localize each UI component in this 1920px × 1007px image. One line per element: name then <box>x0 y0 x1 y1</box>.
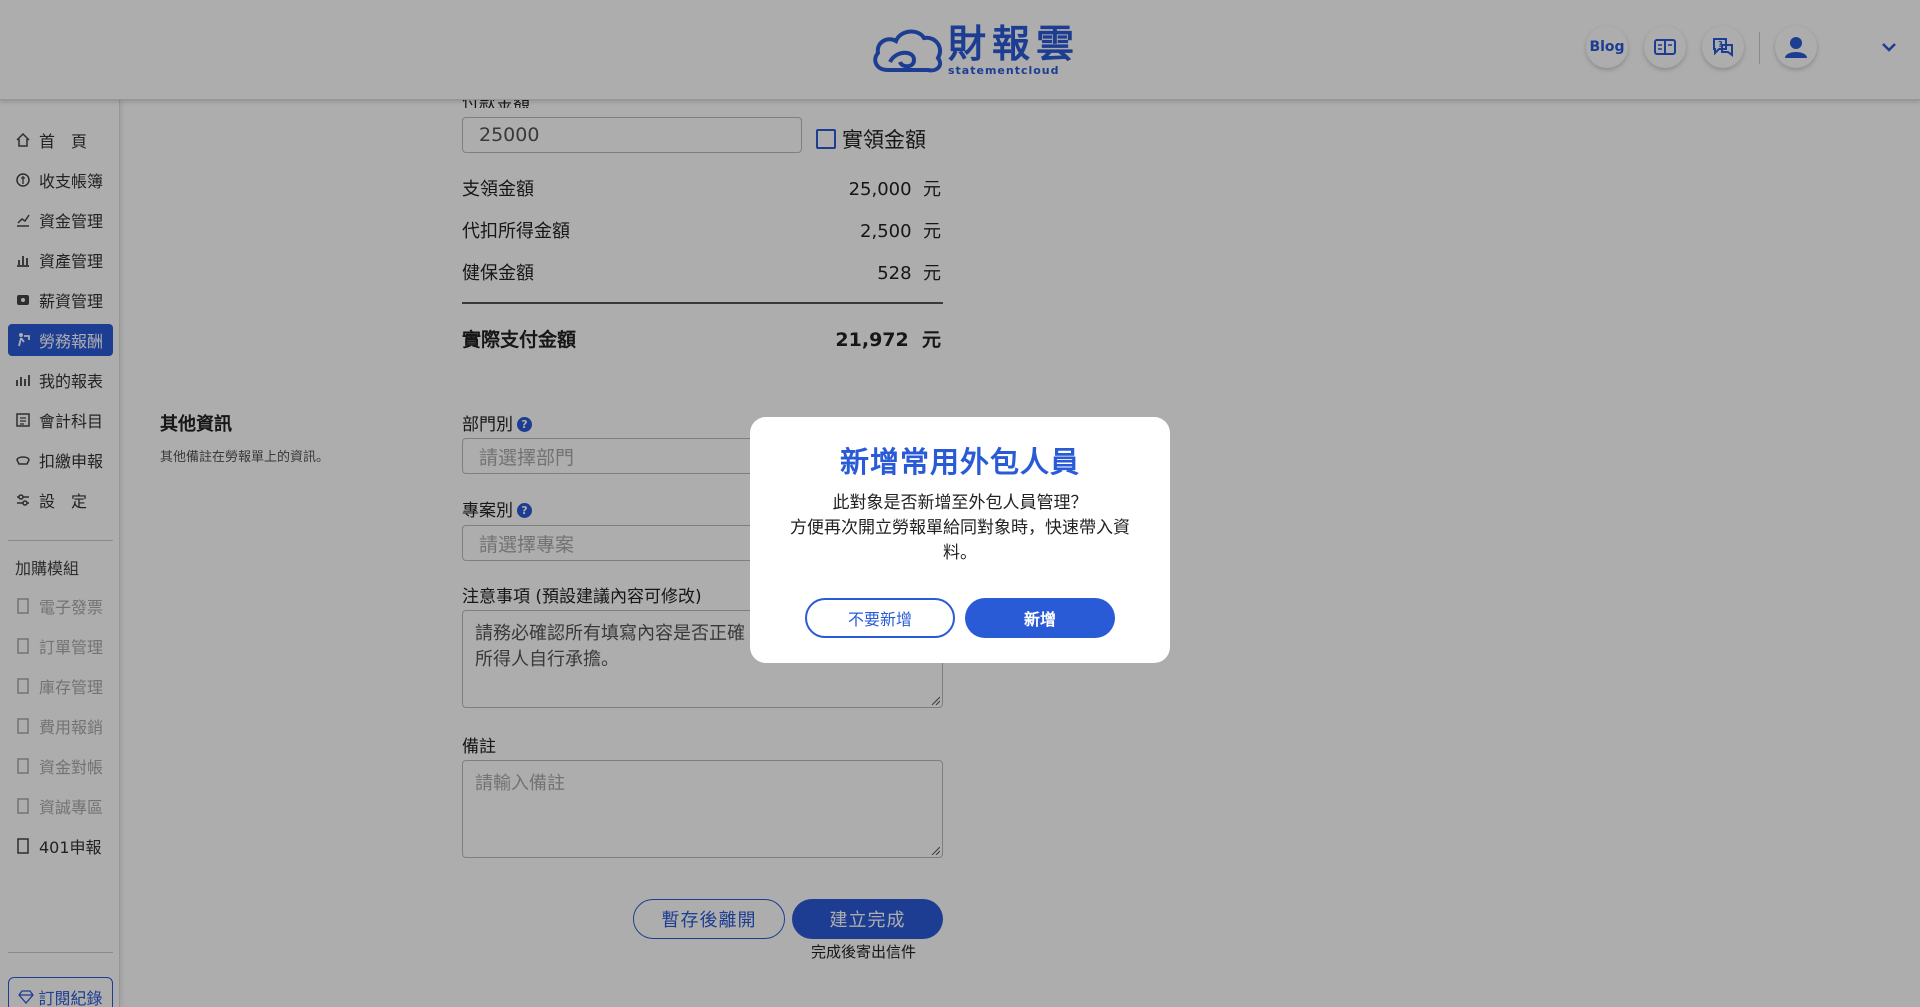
add-button[interactable]: 新增 <box>965 598 1115 638</box>
add-contractor-modal: 新增常用外包人員 此對象是否新增至外包人員管理？ 方便再次開立勞報單給同對象時，… <box>750 417 1170 663</box>
modal-title: 新增常用外包人員 <box>839 445 1080 479</box>
no-add-button[interactable]: 不要新增 <box>805 598 955 638</box>
modal-line2: 方便再次開立勞報單給同對象時，快速帶入資料。 <box>790 518 1130 563</box>
modal-line1: 此對象是否新增至外包人員管理？ <box>832 493 1088 513</box>
modal-body: 此對象是否新增至外包人員管理？ 方便再次開立勞報單給同對象時，快速帶入資料。 <box>775 491 1145 566</box>
